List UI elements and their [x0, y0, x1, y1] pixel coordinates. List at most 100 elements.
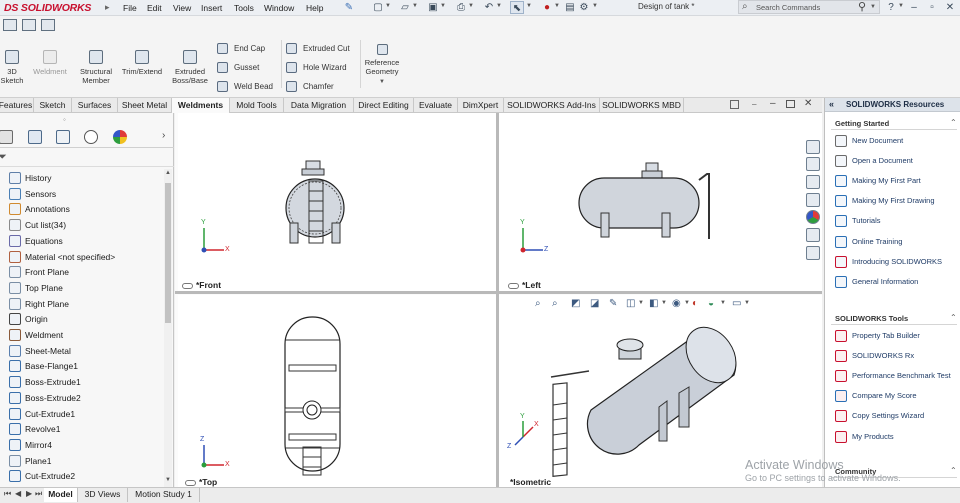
select-icon[interactable]: ⬉ — [510, 1, 524, 14]
help-dropdown-icon[interactable]: ▼ — [898, 3, 904, 9]
minimize-viewport-icon[interactable]: – — [770, 98, 776, 109]
structural-member-button[interactable]: Structural Member — [76, 50, 116, 85]
menu-tools[interactable]: Tools — [234, 3, 254, 13]
feature-filter-bar[interactable]: ⏷ — [0, 149, 174, 167]
viewport-horizontal-splitter[interactable] — [175, 291, 822, 294]
panel-splitter-handle[interactable]: ◦ — [63, 115, 66, 124]
sketch-3d-button[interactable]: 3D Sketch — [0, 50, 24, 85]
feature-tree-item[interactable]: Top Plane — [0, 281, 164, 296]
solidworks-tools-item[interactable]: SOLIDWORKS Rx — [835, 349, 960, 364]
undo-icon[interactable]: ↶ — [482, 1, 496, 14]
zoom-to-fit-icon[interactable]: ⌕ — [535, 298, 541, 309]
getting-started-item[interactable]: New Document — [835, 134, 960, 149]
feature-tree-scrollbar[interactable]: ▲ ▼ — [164, 169, 172, 487]
select-dropdown-icon[interactable]: ▼ — [526, 3, 532, 9]
viewport-isometric-label[interactable]: *Isometric — [510, 477, 551, 487]
solidworks-tools-item[interactable]: Performance Benchmark Test — [835, 369, 960, 384]
print-icon[interactable]: ⎙ — [454, 1, 468, 14]
restore-viewport-icon[interactable]: ⎯ — [752, 99, 757, 110]
rebuild-dropdown-icon[interactable]: ▼ — [554, 3, 560, 9]
file-explorer-tab-icon[interactable] — [806, 175, 820, 189]
reference-geometry-button[interactable]: Reference Geometry ▼ — [362, 44, 402, 87]
search-icon[interactable]: ⚲ — [858, 0, 866, 13]
custom-properties-tab-icon[interactable] — [806, 228, 820, 242]
getting-started-item[interactable]: Making My First Drawing — [835, 194, 960, 209]
tab-surfaces[interactable]: Surfaces — [72, 98, 118, 113]
menu-file[interactable]: File — [123, 3, 137, 13]
feature-tree-item[interactable]: Boss-Extrude1 — [0, 375, 164, 390]
maximize-viewport-icon[interactable] — [786, 100, 795, 108]
feature-tree-item[interactable]: Annotations — [0, 202, 164, 217]
scene-dropdown-icon[interactable]: ▼ — [720, 300, 726, 306]
tab-motion-study-1[interactable]: Motion Study 1 — [128, 488, 200, 502]
viewport-front-label[interactable]: *Front — [182, 280, 221, 290]
tab-3d-views[interactable]: 3D Views — [78, 488, 128, 502]
scroll-up-icon[interactable]: ▲ — [165, 170, 171, 176]
screen-capture-icon[interactable] — [22, 19, 36, 31]
forum-tab-icon[interactable] — [806, 246, 820, 260]
feature-tree-item[interactable]: Equations — [0, 234, 164, 249]
close-viewport-icon[interactable]: ✕ — [804, 98, 812, 109]
display-style-icon[interactable]: ◧ — [649, 298, 658, 309]
hide-show-items-icon[interactable]: ◉ — [672, 298, 681, 309]
viewport-left[interactable]: Z Y *Left — [499, 113, 822, 291]
dimxpert-manager-tab-icon[interactable] — [84, 130, 98, 144]
feature-tree-item[interactable]: Right Plane — [0, 297, 164, 312]
viewport-left-label[interactable]: *Left — [508, 280, 541, 290]
feature-tree-item[interactable]: Revolve1 — [0, 422, 164, 437]
menu-view[interactable]: View — [173, 3, 191, 13]
search-commands-box[interactable]: ⌕ Search Commands ⚲ ▼ — [738, 0, 880, 14]
zoom-to-area-icon[interactable]: ⌕ — [552, 298, 558, 309]
design-library-tab-icon[interactable] — [806, 157, 820, 171]
getting-started-item[interactable]: Introducing SOLIDWORKS — [835, 255, 960, 270]
copy-view-icon[interactable] — [41, 19, 55, 31]
file-properties-icon[interactable]: ▤ — [563, 1, 577, 14]
print-dropdown-icon[interactable]: ▼ — [468, 3, 474, 9]
collapse-section-icon[interactable]: ⌃ — [950, 466, 957, 475]
reference-geometry-dropdown-icon[interactable]: ▼ — [362, 78, 402, 87]
apply-scene-icon[interactable]: ◒ — [708, 298, 714, 309]
prev-tab-icon[interactable]: ◀ — [15, 489, 21, 498]
getting-started-item[interactable]: General Information — [835, 275, 960, 290]
display-manager-tab-icon[interactable] — [113, 130, 127, 144]
float-viewport-icon[interactable] — [730, 100, 739, 109]
tab-sheet-metal[interactable]: Sheet Metal — [118, 98, 172, 113]
scrollbar-thumb[interactable] — [165, 183, 171, 323]
feature-tree-item[interactable]: Weldment — [0, 328, 164, 343]
viewport-vertical-splitter[interactable] — [496, 113, 499, 487]
view-settings-dropdown-icon[interactable]: ▼ — [744, 300, 750, 306]
tab-model[interactable]: Model — [44, 488, 78, 502]
feature-tree-item[interactable]: History — [0, 171, 164, 186]
rebuild-icon[interactable]: ● — [540, 1, 554, 14]
filter-icon[interactable]: ⏷ — [0, 151, 7, 164]
help-question-icon[interactable]: ? — [884, 1, 898, 14]
property-manager-tab-icon[interactable] — [28, 130, 42, 144]
tab-evaluate[interactable]: Evaluate — [414, 98, 458, 113]
camera-icon[interactable] — [3, 19, 17, 31]
view-settings-icon[interactable]: ▭ — [732, 298, 741, 309]
open-dropdown-icon[interactable]: ▼ — [412, 3, 418, 9]
view-palette-tab-icon[interactable] — [806, 193, 820, 207]
save-icon[interactable]: ▣ — [426, 1, 440, 14]
save-dropdown-icon[interactable]: ▼ — [440, 3, 446, 9]
feature-tree-item[interactable]: Plane1 — [0, 454, 164, 469]
getting-started-item[interactable]: Tutorials — [835, 214, 960, 229]
next-tab-icon[interactable]: ▶ — [26, 489, 32, 498]
feature-tree-item[interactable]: Origin — [0, 312, 164, 327]
extruded-boss-button[interactable]: Extruded Boss/Base — [168, 50, 212, 85]
new-dropdown-icon[interactable]: ▼ — [385, 3, 391, 9]
getting-started-item[interactable]: Making My First Part — [835, 174, 960, 189]
menu-window[interactable]: Window — [264, 3, 294, 13]
undo-dropdown-icon[interactable]: ▼ — [496, 3, 502, 9]
weldment-button[interactable]: Weldment — [29, 50, 71, 76]
close-icon[interactable]: ✕ — [943, 1, 957, 14]
collapse-pane-icon[interactable]: « — [829, 99, 834, 109]
feature-tree-item[interactable]: Material <not specified> — [0, 250, 164, 265]
new-document-icon[interactable]: ▢ — [371, 1, 385, 14]
tab-dimxpert[interactable]: DimXpert — [458, 98, 504, 113]
dynamic-annotation-icon[interactable]: ✎ — [609, 298, 617, 309]
solidworks-tools-item[interactable]: Copy Settings Wizard — [835, 409, 960, 424]
appearances-tab-icon[interactable] — [806, 210, 820, 224]
last-tab-icon[interactable]: ⏭ — [35, 489, 42, 499]
tab-mold-tools[interactable]: Mold Tools — [230, 98, 284, 113]
